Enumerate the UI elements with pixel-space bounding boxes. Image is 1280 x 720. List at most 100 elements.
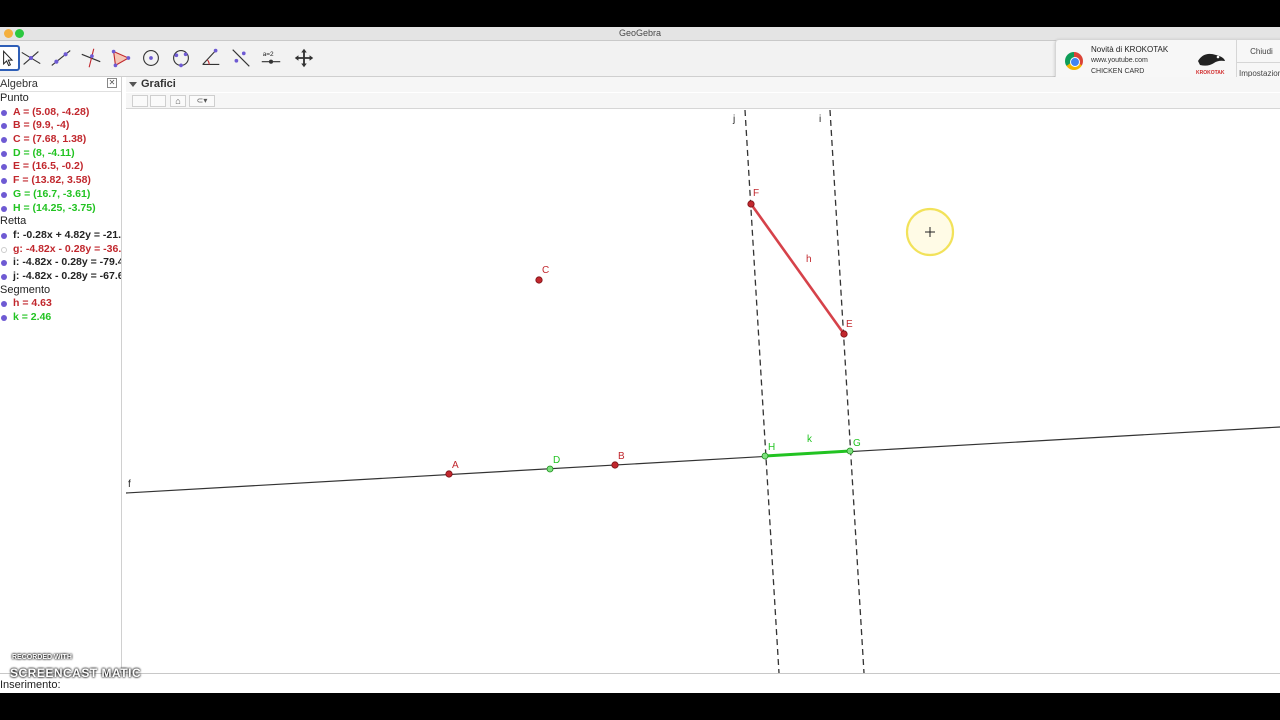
- algebra-item[interactable]: k = 2.46: [0, 311, 121, 325]
- graphics-canvas[interactable]: A B C D E F G H f h i j k: [125, 109, 1280, 674]
- close-algebra-icon[interactable]: ✕: [107, 78, 117, 88]
- line-j[interactable]: [744, 109, 780, 674]
- point-tool[interactable]: [18, 45, 44, 71]
- algebra-item[interactable]: j: -4.82x - 0.28y = -67.67: [0, 270, 121, 284]
- point-D[interactable]: [546, 465, 554, 473]
- visibility-toggle-icon[interactable]: [1, 301, 7, 308]
- algebra-item[interactable]: E = (16.5, -0.2): [0, 160, 121, 174]
- notification-title: Novità di KROKOTAK: [1091, 45, 1169, 54]
- visibility-toggle-icon[interactable]: [1, 150, 7, 157]
- visibility-toggle-icon[interactable]: [1, 137, 7, 144]
- algebra-item[interactable]: h = 4.63: [0, 297, 121, 311]
- polygon-tool[interactable]: [108, 45, 134, 71]
- label-B: B: [618, 451, 625, 462]
- logo-text: KROKOTAK: [1196, 70, 1225, 76]
- visibility-toggle-icon[interactable]: [1, 164, 7, 171]
- visibility-toggle-icon[interactable]: [1, 246, 7, 253]
- notification-site: www.youtube.com: [1091, 57, 1148, 64]
- visibility-toggle-icon[interactable]: [1, 315, 7, 321]
- graphics-header: Grafici: [126, 77, 1280, 92]
- graphics-view[interactable]: A B C D E F G H f h i j k: [125, 109, 1280, 674]
- algebra-item-text: G = (16.7, -3.61): [13, 187, 91, 200]
- visibility-toggle-icon[interactable]: [1, 178, 7, 185]
- perpendicular-line-tool[interactable]: [78, 45, 104, 71]
- close-notification-button[interactable]: Chiudi: [1236, 40, 1280, 63]
- algebra-category: Retta: [0, 215, 27, 228]
- home-icon[interactable]: ⌂: [170, 95, 186, 107]
- visibility-toggle-icon[interactable]: [1, 109, 7, 116]
- reflect-tool[interactable]: [228, 45, 254, 71]
- graphics-style-bar: ⌂ ⊂▾: [126, 93, 1280, 109]
- chrome-icon: [1065, 52, 1083, 70]
- point-E[interactable]: [840, 330, 848, 338]
- algebra-item-text: A = (5.08, -4.28): [13, 105, 90, 118]
- algebra-list: Punto A = (5.08, -4.28) B = (9.9, -4) C = (…: [0, 92, 121, 325]
- line-tool[interactable]: [48, 45, 74, 71]
- slider-tool-label: a=2: [263, 51, 274, 58]
- algebra-item[interactable]: B = (9.9, -4): [0, 119, 121, 133]
- algebra-category: Punto: [0, 92, 29, 104]
- screencast-watermark: RECORDED WITH SCREENCAST MATIC: [10, 652, 170, 686]
- collapse-triangle-icon[interactable]: [129, 82, 137, 87]
- watermark-recorded: RECORDED WITH: [12, 654, 72, 661]
- algebra-item-text: D = (8, -4.11): [13, 146, 75, 159]
- point-B[interactable]: [611, 461, 619, 469]
- label-j: j: [732, 114, 735, 125]
- label-k: k: [807, 434, 813, 445]
- algebra-item-text: j: -4.82x - 0.28y = -67.67: [13, 269, 121, 282]
- label-h: h: [806, 254, 812, 265]
- algebra-item[interactable]: A = (5.08, -4.28): [0, 106, 121, 120]
- label-H: H: [768, 442, 775, 453]
- algebra-item-text: f: -0.28x + 4.82y = -21.21: [13, 228, 121, 241]
- algebra-item[interactable]: H = (14.25, -3.75): [0, 202, 121, 216]
- geogebra-window: GeoGebra a=2 Novità di KROKOTAK www.yout…: [0, 27, 1280, 693]
- window-title: GeoGebra: [618, 28, 662, 38]
- circle-tool[interactable]: [138, 45, 164, 71]
- label-E: E: [846, 319, 853, 330]
- move-graphics-tool[interactable]: [291, 45, 317, 71]
- move-tool[interactable]: [0, 45, 20, 71]
- segment-h[interactable]: [749, 203, 846, 335]
- graphics-title: Grafici: [141, 78, 176, 90]
- label-i: i: [819, 114, 821, 125]
- algebra-item-text: F = (13.82, 3.58): [13, 174, 91, 187]
- point-F[interactable]: [747, 200, 755, 208]
- algebra-item-text: B = (9.9, -4): [13, 119, 70, 132]
- notification-message: CHICKEN CARD: [1091, 68, 1145, 75]
- algebra-item[interactable]: G = (16.7, -3.61): [0, 188, 121, 202]
- point-capture-dropdown[interactable]: ⊂▾: [189, 95, 215, 107]
- visibility-toggle-icon[interactable]: [1, 205, 7, 212]
- segment-k[interactable]: [764, 449, 851, 458]
- angle-tool[interactable]: [198, 45, 224, 71]
- algebra-item[interactable]: C = (7.68, 1.38): [0, 133, 121, 147]
- algebra-item-text: h = 4.63: [13, 297, 52, 310]
- algebra-item-text: H = (14.25, -3.75): [13, 201, 96, 214]
- line-i[interactable]: [829, 109, 865, 674]
- algebra-item[interactable]: f: -0.28x + 4.82y = -21.21: [0, 229, 121, 243]
- visibility-toggle-icon[interactable]: [1, 123, 7, 130]
- visibility-toggle-icon[interactable]: [1, 260, 7, 267]
- input-bar[interactable]: Inserimento:: [0, 673, 1280, 693]
- algebra-item-text: C = (7.68, 1.38): [13, 133, 87, 146]
- visibility-toggle-icon[interactable]: [1, 232, 7, 239]
- algebra-item[interactable]: g: -4.82x - 0.28y = -36.15: [0, 243, 121, 257]
- point-H[interactable]: [761, 452, 769, 460]
- point-C[interactable]: [535, 276, 543, 284]
- label-D: D: [553, 455, 560, 466]
- algebra-title: Algebra: [0, 77, 121, 92]
- label-G: G: [853, 438, 861, 449]
- watermark-brand: SCREENCAST MATIC: [10, 666, 142, 680]
- algebra-panel: Algebra ✕ Punto A = (5.08, -4.28) B = (9.9…: [0, 77, 122, 677]
- axes-toggle-button[interactable]: [132, 95, 148, 107]
- visibility-toggle-icon[interactable]: [1, 273, 7, 280]
- conic-tool[interactable]: [168, 45, 194, 71]
- visibility-toggle-icon[interactable]: [1, 191, 7, 198]
- line-f[interactable]: [125, 426, 1280, 494]
- algebra-item[interactable]: F = (13.82, 3.58): [0, 174, 121, 188]
- algebra-item[interactable]: D = (8, -4.11): [0, 147, 121, 161]
- point-A[interactable]: [445, 470, 453, 478]
- slider-tool[interactable]: a=2: [258, 45, 284, 71]
- algebra-item[interactable]: i: -4.82x - 0.28y = -79.45: [0, 256, 121, 270]
- grid-toggle-button[interactable]: [150, 95, 166, 107]
- algebra-item-text: i: -4.82x - 0.28y = -79.45: [13, 256, 121, 269]
